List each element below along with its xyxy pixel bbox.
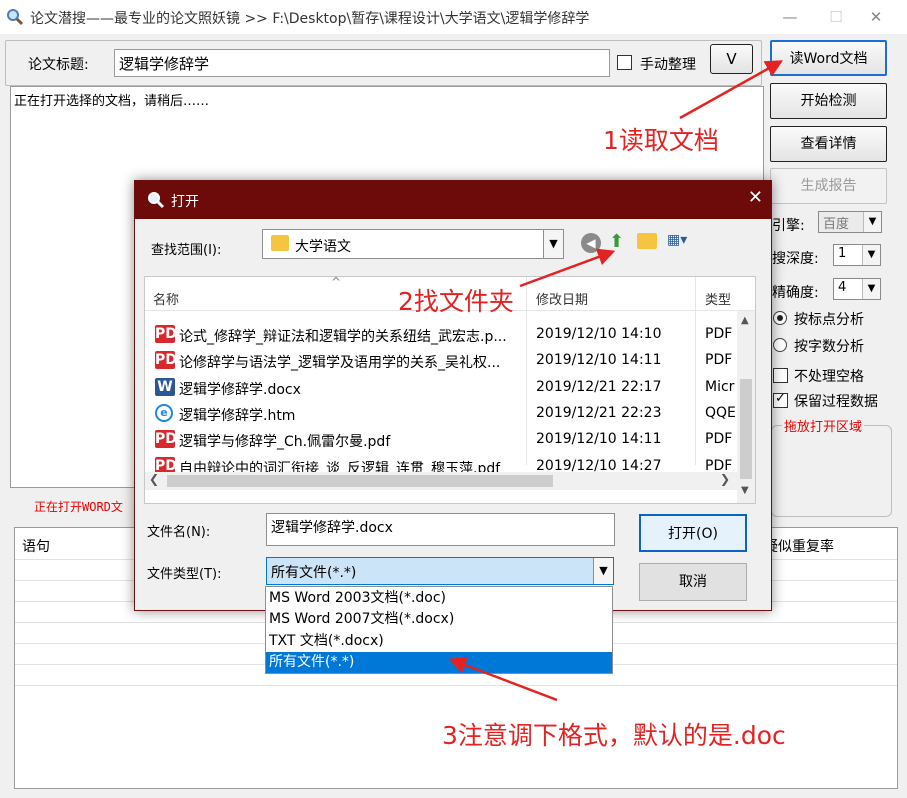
annotation-step2: 2找文件夹	[398, 287, 514, 316]
annotation-step3: 3注意调下格式，默认的是.doc	[442, 721, 786, 750]
arrow-step1	[679, 60, 784, 120]
annotation-arrows	[448, 60, 784, 702]
arrow-step3	[448, 656, 558, 702]
annotation-step1: 1读取文档	[603, 126, 719, 155]
arrow-step2	[519, 248, 616, 288]
